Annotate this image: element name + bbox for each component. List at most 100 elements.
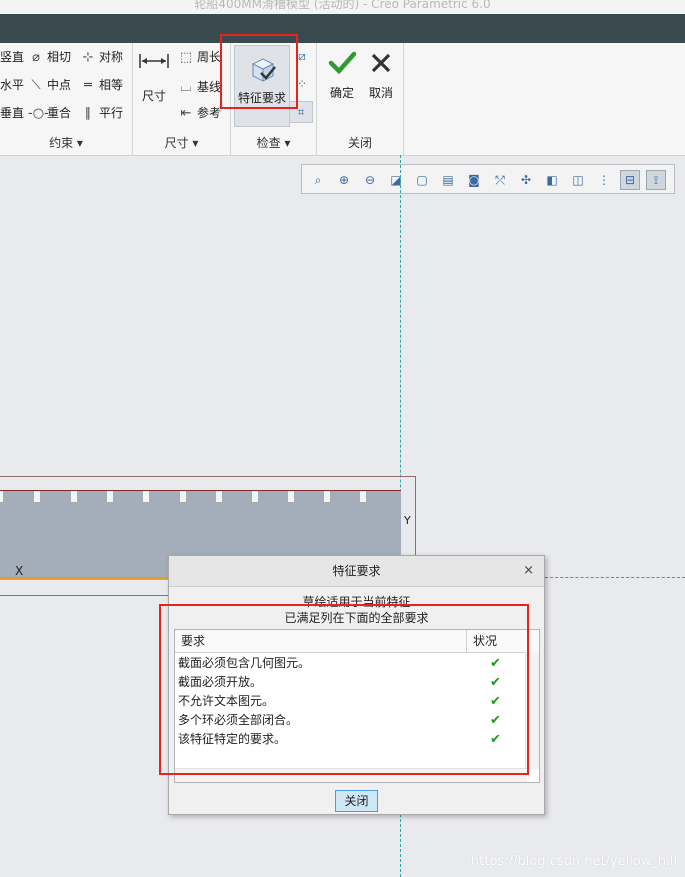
saved-orientations-icon: ▤	[442, 173, 454, 187]
cancel-label: 取消	[368, 86, 393, 100]
inspect-small-tool-2[interactable]: ⁘	[292, 77, 312, 95]
dimension-baseline[interactable]: ⌴ 基线	[178, 76, 221, 98]
table-horizontal-scrollbar[interactable]	[175, 768, 527, 782]
constraint-parallel[interactable]: ∥ 平行	[80, 102, 123, 124]
requirement-text: 截面必须包含几何图元。	[178, 656, 311, 670]
cancel-button[interactable]: 取消	[362, 49, 400, 101]
requirement-text: 不允许文本图元。	[178, 694, 275, 708]
constraint-horizontal-label: 水平	[0, 78, 25, 92]
x-axis-label: X	[15, 564, 24, 578]
dialog-close-icon[interactable]: ×	[523, 556, 534, 586]
ok-label: 确定	[329, 86, 354, 100]
sketch-slot	[360, 491, 366, 502]
constraint-horizontal[interactable]: 水平	[0, 74, 24, 96]
camera-icon: ◙	[468, 173, 480, 187]
constraint-midpoint[interactable]: ⟍ 中点	[28, 74, 71, 96]
dialog-title: 特征要求	[169, 556, 544, 587]
table-row[interactable]: 截面必须包含几何图元。 ✔	[175, 654, 525, 673]
table-row[interactable]: 多个环必须全部闭合。 ✔	[175, 711, 525, 730]
column-header-requirement[interactable]: 要求	[181, 630, 205, 652]
open-ends-icon: ⁘	[296, 77, 308, 91]
display-style-button[interactable]: ▢	[412, 170, 432, 190]
constraint-midpoint-label: 中点	[47, 78, 72, 92]
wireframe-icon: ◫	[572, 173, 584, 187]
constraint-perpendicular[interactable]: 垂直	[0, 102, 24, 124]
spin-center-icon: ✣	[520, 173, 532, 187]
zoom-in-button[interactable]: ⊕	[334, 170, 354, 190]
constraint-symmetric[interactable]: ⊹ 对称	[80, 46, 123, 68]
status-check-icon: ✔	[490, 732, 501, 747]
dimension-group-label[interactable]: 尺寸 ▾	[133, 134, 230, 151]
dimension-display-button[interactable]: ⋮	[594, 170, 614, 190]
overlap-geometry-icon: ⧄	[298, 49, 306, 63]
coincident-icon: -○-	[28, 106, 49, 121]
perspective-icon: ⤱	[495, 172, 505, 187]
status-check-icon: ✔	[490, 713, 501, 728]
constraint-perpendicular-label: 垂直	[0, 106, 25, 120]
zoom-out-icon: ⊖	[364, 173, 376, 187]
perimeter-icon: ⬚	[179, 50, 193, 65]
view-manager-button[interactable]: ◙	[464, 170, 484, 190]
table-row[interactable]: 不允许文本图元。 ✔	[175, 692, 525, 711]
constraint-symmetric-label: 对称	[99, 50, 124, 64]
requirement-text: 该特征特定的要求。	[178, 732, 287, 746]
baseline-icon: ⌴	[180, 80, 192, 95]
table-row[interactable]: 截面必须开放。 ✔	[175, 673, 525, 692]
midpoint-icon: ⟍	[31, 78, 41, 93]
sketch-slot	[0, 491, 3, 502]
dimension-perimeter[interactable]: ⬚ 周长	[178, 46, 221, 68]
display-style-icon: ▢	[416, 173, 428, 187]
constraint-tangent[interactable]: ⌀ 相切	[28, 46, 71, 68]
dimension-display-icon: ⋮	[598, 173, 610, 187]
dimension-reference-label: 参考	[197, 106, 222, 120]
shading-button[interactable]: ◧	[542, 170, 562, 190]
sketch-slot	[288, 491, 294, 502]
zoom-out-button[interactable]: ⊖	[360, 170, 380, 190]
parallel-icon: ∥	[84, 106, 92, 121]
feature-requirements-label: 特征要求	[237, 91, 286, 105]
sketch-slot	[71, 491, 77, 502]
window-header-bar	[0, 14, 685, 43]
vertex-display-icon: ⟟	[653, 172, 659, 187]
constraint-equal[interactable]: ═ 相等	[80, 74, 123, 96]
vertex-display-button[interactable]: ⟟	[646, 170, 666, 190]
sketch-slot	[180, 491, 186, 502]
equal-icon: ═	[84, 78, 92, 93]
table-row[interactable]: 该特征特定的要求。 ✔	[175, 730, 525, 749]
cancel-x-icon	[371, 53, 391, 73]
constraint-vertical[interactable]: 竖直	[0, 46, 24, 68]
table-header: 要求 状况	[175, 630, 539, 653]
inspect-small-tool-3[interactable]: ⌗	[289, 101, 313, 123]
ribbon: 竖直 ⌀ 相切 ⊹ 对称 水平 ⟍ 中点 ═ 相等 垂直 -○-重合 ∥ 平行 约束 ▾ …	[0, 43, 685, 156]
constraint-coincident[interactable]: -○-重合	[28, 102, 71, 124]
constraint-coincident-label: 重合	[47, 106, 72, 120]
sketch-slot	[324, 491, 330, 502]
perspective-button[interactable]: ⤱	[490, 170, 510, 190]
inspect-group-label[interactable]: 检查 ▾	[231, 134, 316, 151]
constraints-group-label[interactable]: 约束 ▾	[0, 134, 132, 151]
feature-requirements-button[interactable]: 特征要求	[234, 45, 290, 127]
wireframe-button[interactable]: ◫	[568, 170, 588, 190]
sketch-slot	[107, 491, 113, 502]
dimension-icon	[139, 54, 169, 68]
column-header-divider	[466, 630, 467, 652]
constraint-display-button[interactable]: ⊟	[620, 170, 640, 190]
symmetric-icon: ⊹	[82, 50, 94, 65]
dialog-close-button[interactable]: 关闭	[335, 790, 378, 812]
repaint-button[interactable]: ◪	[386, 170, 406, 190]
dimension-label: 尺寸	[141, 89, 166, 103]
constraint-vertical-label: 竖直	[0, 50, 25, 64]
ok-button[interactable]: 确定	[322, 49, 362, 101]
constraint-equal-label: 相等	[99, 78, 124, 92]
refit-button[interactable]: ⌕	[308, 170, 328, 190]
ok-check-icon	[328, 51, 357, 75]
dimension-button[interactable]: 尺寸	[137, 51, 171, 104]
saved-orientations-button[interactable]: ▤	[438, 170, 458, 190]
sketch-slot	[34, 491, 40, 502]
inspect-small-tool-1[interactable]: ⧄	[292, 49, 312, 67]
dimension-reference[interactable]: ⇤ 参考	[178, 102, 221, 124]
column-header-status[interactable]: 状况	[473, 630, 497, 652]
shading-icon: ◧	[546, 173, 558, 187]
table-vertical-scrollbar[interactable]	[525, 652, 539, 769]
spin-center-button[interactable]: ✣	[516, 170, 536, 190]
